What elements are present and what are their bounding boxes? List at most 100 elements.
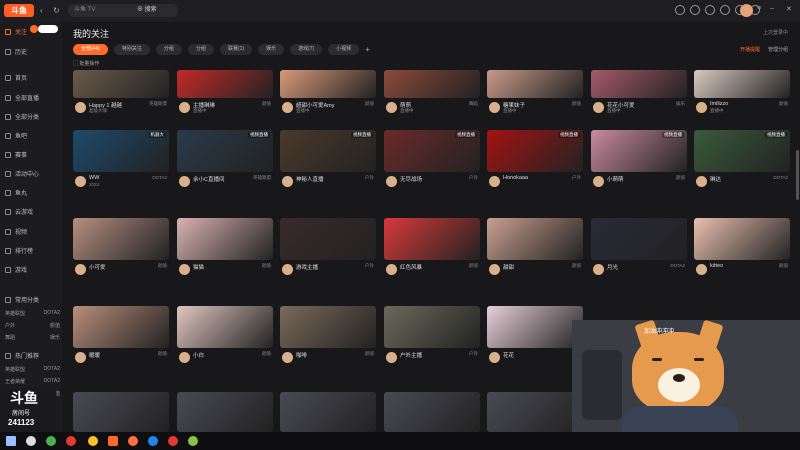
stream-card[interactable]: 暖暖 颜值 (73, 306, 169, 365)
live-reminder-link[interactable]: 开播提醒 (740, 46, 760, 53)
category-row[interactable]: 户外 颜值 (5, 322, 60, 329)
tab-group-2[interactable]: 分组 (187, 44, 214, 55)
follow-toggle[interactable] (38, 25, 58, 33)
stream-card[interactable]: 户外主播 户外 (384, 306, 480, 365)
user-avatar[interactable] (740, 4, 753, 17)
history-icon[interactable] (705, 5, 715, 15)
sidebar-item-video[interactable]: 视频 (5, 226, 27, 237)
back-icon[interactable]: ‹ (40, 6, 43, 15)
streamer-avatar[interactable] (179, 102, 190, 113)
stream-thumbnail[interactable] (177, 218, 273, 260)
stream-thumbnail[interactable] (487, 218, 583, 260)
sidebar-item-all-categories[interactable]: 全部分类 (5, 111, 39, 122)
app-icon[interactable] (128, 436, 138, 446)
minimize-icon[interactable]: – (770, 5, 774, 12)
stream-card[interactable]: 花花小可爱 娱乐 直播中 (591, 70, 687, 115)
douyu-logo[interactable]: 斗鱼 (4, 4, 34, 17)
sidebar-item-fishbar[interactable]: 鱼吧 (5, 130, 27, 141)
stream-thumbnail[interactable]: 视频直播 (280, 130, 376, 172)
stream-card[interactable]: 视频直播 琳达 DOTA2 (694, 130, 790, 189)
sidebar-item-events[interactable]: 赛事 (5, 149, 27, 160)
streamer-avatar[interactable] (75, 352, 86, 363)
streamer-avatar[interactable] (179, 176, 190, 187)
stream-card[interactable]: 小可爱 颜值 (73, 218, 169, 277)
stream-card[interactable]: 主播琳琳 颜值 直播中 (177, 70, 273, 115)
douyu-app-icon[interactable] (108, 436, 118, 446)
sidebar-item-games[interactable]: 游戏 (5, 264, 27, 275)
stream-thumbnail[interactable] (280, 218, 376, 260)
download-icon[interactable] (675, 5, 685, 15)
stream-thumbnail[interactable] (487, 306, 583, 348)
start-icon[interactable] (6, 436, 16, 446)
streamer-avatar[interactable] (386, 264, 397, 275)
stream-card[interactable]: 小白 颜值 (177, 306, 273, 365)
stream-thumbnail[interactable] (591, 70, 687, 98)
stream-thumbnail[interactable] (73, 306, 169, 348)
stream-card[interactable]: 萌萌 舞蹈 直播中 (384, 70, 480, 115)
stream-thumbnail[interactable]: 视频直播 (384, 130, 480, 172)
stream-thumbnail[interactable] (384, 392, 480, 432)
streamer-avatar[interactable] (386, 102, 397, 113)
streamer-avatar[interactable] (696, 102, 707, 113)
stream-card[interactable]: 视频直播 Honokaaa 户外 (487, 130, 583, 189)
sidebar-item-home[interactable]: 首页 (5, 72, 27, 83)
menu-icon[interactable]: ≡ (757, 5, 761, 12)
streamer-avatar[interactable] (282, 352, 293, 363)
streamer-avatar[interactable] (489, 176, 500, 187)
streamer-avatar[interactable] (282, 176, 293, 187)
app-icon[interactable] (46, 436, 56, 446)
stream-thumbnail[interactable] (384, 70, 480, 98)
stream-card[interactable]: 猫猫 颜值 (177, 218, 273, 277)
stream-thumbnail[interactable]: 视频直播 (487, 130, 583, 172)
stream-card[interactable]: 视频直播 无尽战场 户外 (384, 130, 480, 189)
stream-thumbnail[interactable] (384, 306, 480, 348)
refresh-icon[interactable]: ↻ (53, 6, 60, 15)
stream-thumbnail[interactable] (487, 392, 583, 432)
stream-card[interactable]: 糖果妹子 颜值 直播中 (487, 70, 583, 115)
stream-thumbnail[interactable] (280, 392, 376, 432)
stream-thumbnail[interactable] (73, 392, 169, 432)
sidebar-item-ranking[interactable]: 排行榜 (5, 245, 33, 256)
tab-group-1[interactable]: 分组 (155, 44, 182, 55)
stream-card[interactable]: 红色风暴 颜值 (384, 218, 480, 277)
stream-thumbnail[interactable] (694, 218, 790, 260)
streamer-avatar[interactable] (282, 264, 293, 275)
app-icon[interactable] (148, 436, 158, 446)
stream-thumbnail[interactable] (177, 306, 273, 348)
streamer-avatar[interactable] (179, 352, 190, 363)
app-icon[interactable] (188, 436, 198, 446)
stream-card[interactable]: 视频直播 余小C直播间 英雄联盟 (177, 130, 273, 189)
stream-thumbnail[interactable]: 机器大 (73, 130, 169, 172)
stream-card[interactable]: 游戏主播 户外 (280, 218, 376, 277)
app-icon[interactable] (88, 436, 98, 446)
scrollbar[interactable] (796, 150, 799, 200)
sidebar-item-yuwan[interactable]: 鱼丸 (5, 187, 27, 198)
stream-card[interactable]: 甜甜 颜值 (487, 218, 583, 277)
streamer-avatar[interactable] (179, 264, 190, 275)
streamer-avatar[interactable] (696, 176, 707, 187)
category-row[interactable]: 英雄联盟 DOTA2 (5, 366, 60, 373)
stream-card[interactable]: 机器大 WW DOTA2 2023 (73, 130, 169, 189)
stream-card[interactable]: 咖啡 颜值 (280, 306, 376, 365)
stream-thumbnail[interactable]: 视频直播 (591, 130, 687, 172)
stream-thumbnail[interactable] (487, 70, 583, 98)
streamer-avatar[interactable] (75, 176, 86, 187)
stream-thumbnail[interactable]: 视频直播 (694, 130, 790, 172)
sidebar-item-history[interactable]: 历史 (5, 46, 27, 57)
streamer-avatar[interactable] (593, 176, 604, 187)
stream-thumbnail[interactable] (73, 218, 169, 260)
stream-card[interactable]: 月光 DOTA2 (591, 218, 687, 277)
chrome-icon[interactable] (168, 436, 178, 446)
streamer-avatar[interactable] (593, 102, 604, 113)
streamer-avatar[interactable] (75, 102, 86, 113)
stream-card[interactable]: Imilizzo 颜值 直播中 (694, 70, 790, 115)
tab-games[interactable]: 游戏(7) (290, 44, 323, 55)
stream-thumbnail[interactable] (591, 218, 687, 260)
sidebar-item-follow[interactable]: 关注 (5, 26, 27, 37)
add-tab-icon[interactable]: + (365, 44, 370, 55)
category-row[interactable]: 王者荣耀 DOTA2 (5, 378, 60, 385)
streamer-avatar[interactable] (386, 176, 397, 187)
batch-operation-button[interactable]: ▢ 批量操作 (73, 60, 99, 67)
app-icon[interactable] (66, 436, 76, 446)
stream-thumbnail[interactable] (73, 70, 169, 98)
